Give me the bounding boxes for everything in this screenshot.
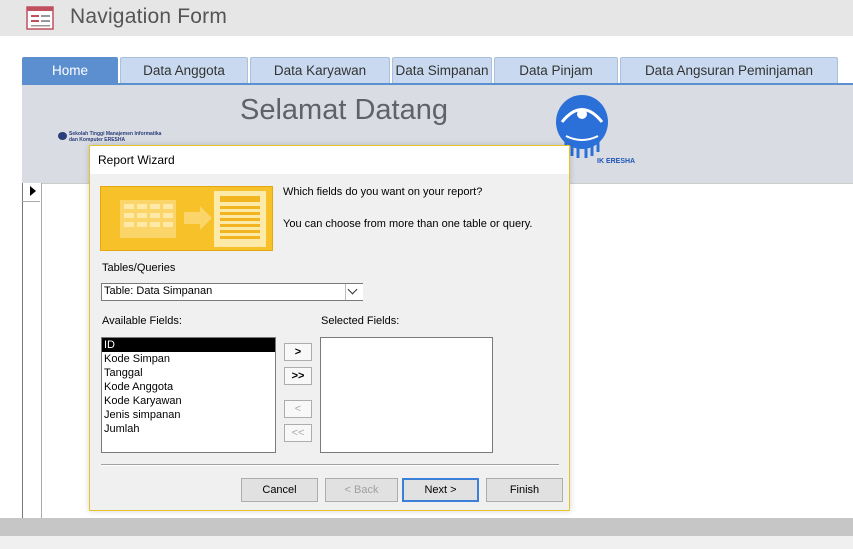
small-logo-line2: dan Komputer ERESHA — [69, 137, 126, 143]
form-icon — [26, 6, 54, 30]
add-all-fields-button[interactable]: >> — [284, 367, 312, 385]
status-bar — [0, 518, 853, 536]
record-selector-column — [22, 183, 42, 518]
selected-fields-label: Selected Fields: — [321, 315, 400, 327]
field-item-kode-simpan[interactable]: Kode Simpan — [104, 352, 170, 366]
tab-data-karyawan[interactable]: Data Karyawan — [250, 57, 390, 84]
tab-data-pinjam[interactable]: Data Pinjam — [494, 57, 618, 84]
small-logo-text: Sekolah Tinggi Manajemen Informatika dan… — [69, 131, 161, 143]
welcome-heading: Selamat Datang — [240, 94, 448, 126]
available-fields-label: Available Fields: — [102, 315, 182, 327]
field-item-id[interactable]: ID — [104, 338, 115, 352]
wizard-graphic — [100, 186, 273, 251]
field-item-tanggal[interactable]: Tanggal — [104, 366, 143, 380]
wizard-question: Which fields do you want on your report? — [283, 186, 483, 198]
selected-fields-list[interactable] — [320, 337, 493, 453]
dialog-separator — [101, 464, 559, 466]
logo-caption: IK ERESHA — [597, 158, 636, 165]
field-item-kode-karyawan[interactable]: Kode Karyawan — [104, 394, 182, 408]
tables-queries-value: Table: Data Simpanan — [104, 285, 213, 297]
tab-data-simpanan[interactable]: Data Simpanan — [392, 57, 492, 84]
record-arrow-icon — [30, 186, 36, 196]
next-button[interactable]: Next > — [402, 478, 479, 502]
field-item-jenis-simpanan[interactable]: Jenis simpanan — [104, 408, 180, 422]
field-item-jumlah[interactable]: Jumlah — [104, 422, 139, 436]
remove-all-fields-button[interactable]: << — [284, 424, 312, 442]
tab-data-anggota[interactable]: Data Anggota — [120, 57, 248, 84]
add-field-button[interactable]: > — [284, 343, 312, 361]
remove-field-button[interactable]: < — [284, 400, 312, 418]
dialog-title: Report Wizard — [98, 153, 175, 167]
field-item-kode-anggota[interactable]: Kode Anggota — [104, 380, 173, 394]
small-logo-icon — [58, 132, 67, 140]
back-button[interactable]: < Back — [325, 478, 398, 502]
wizard-hint: You can choose from more than one table … — [283, 218, 533, 230]
finish-button[interactable]: Finish — [486, 478, 563, 502]
cancel-button[interactable]: Cancel — [241, 478, 318, 502]
field-selection-highlight — [102, 338, 275, 352]
tab-home[interactable]: Home — [22, 57, 118, 84]
tables-queries-label: Tables/Queries — [102, 262, 176, 274]
tab-data-angsuran-peminjaman[interactable]: Data Angsuran Peminjaman — [620, 57, 838, 84]
form-title: Navigation Form — [70, 5, 228, 28]
bottom-strip — [0, 536, 853, 549]
